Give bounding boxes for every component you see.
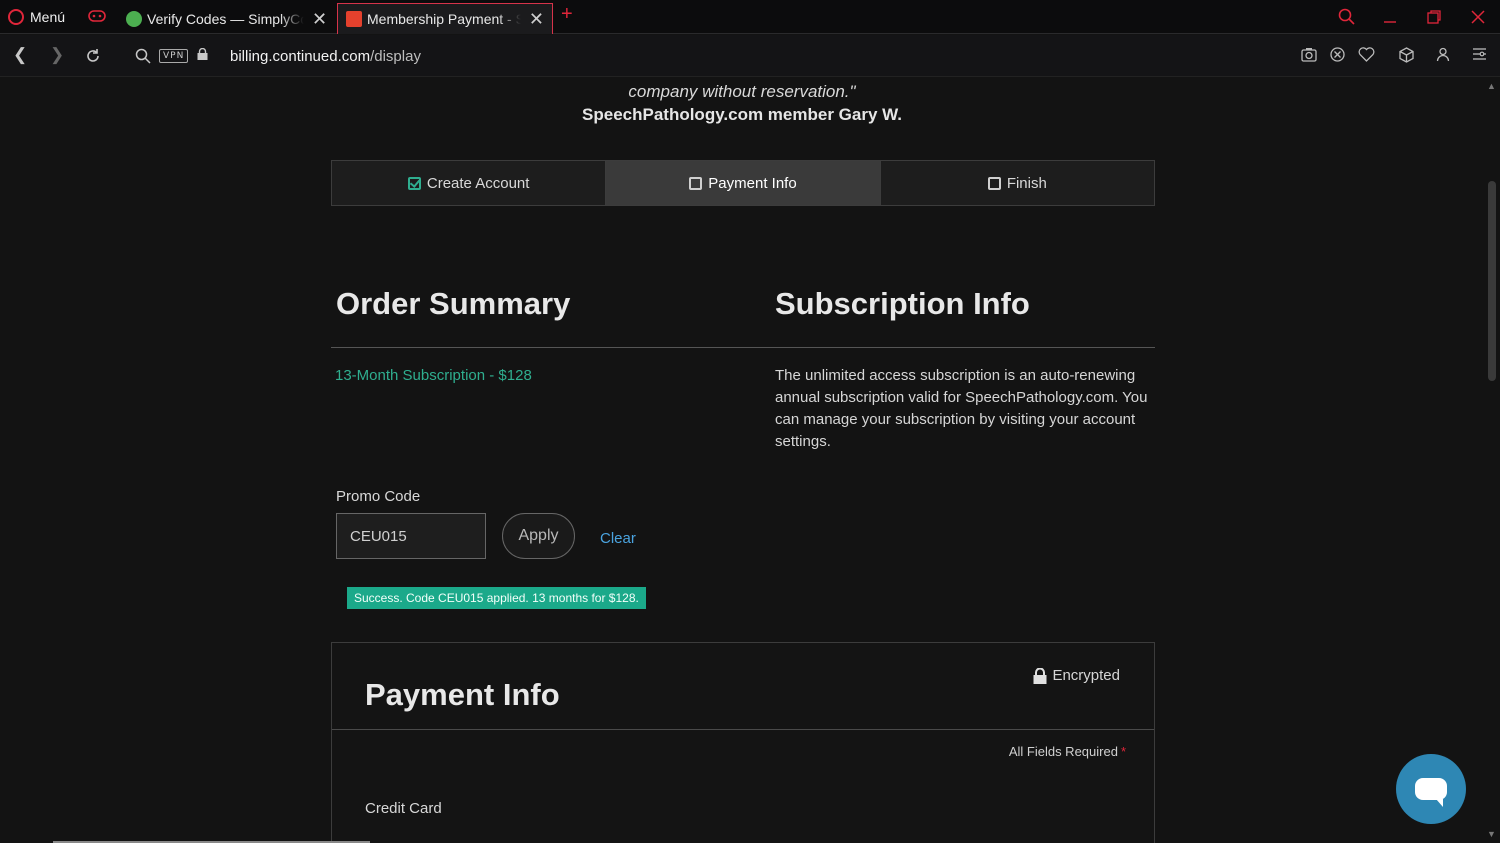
close-tab-icon[interactable]: ✕ (312, 10, 327, 28)
required-fields-note: All Fields Required * (1009, 744, 1126, 759)
order-summary-heading: Order Summary (336, 286, 571, 321)
required-note-text: All Fields Required (1008, 744, 1118, 759)
order-line-item: 13-Month Subscription - $128 (335, 367, 532, 384)
payment-info-heading: Payment Info (365, 677, 560, 712)
back-icon[interactable]: ❮ (13, 45, 27, 65)
tab-verify-codes[interactable]: Verify Codes — SimplyCodes ✕ (118, 3, 336, 34)
forward-icon[interactable]: ❯ (50, 45, 64, 65)
promo-code-label: Promo Code (336, 488, 421, 505)
payment-panel-header: Payment Info Encrypted (332, 643, 1154, 730)
encrypted-label: Encrypted (1052, 667, 1120, 684)
opera-logo-icon (8, 9, 24, 25)
promo-success-message: Success. Code CEU015 applied. 13 months … (347, 587, 646, 609)
opera-menu-button[interactable]: Menú (8, 6, 65, 28)
chat-widget-button[interactable] (1396, 754, 1466, 824)
minimize-icon[interactable] (1383, 10, 1397, 24)
apply-promo-button[interactable]: Apply (502, 513, 575, 559)
cube-icon[interactable] (1399, 47, 1414, 63)
menu-label: Menú (30, 9, 66, 25)
url-path: /display (370, 48, 421, 65)
close-tab-icon[interactable]: ✕ (529, 10, 544, 28)
tab-title: Membership Payment - SpeechPathology.com (367, 11, 521, 27)
checked-box-icon (407, 176, 421, 190)
tab-title: Verify Codes — SimplyCodes (147, 10, 304, 27)
restore-icon[interactable] (1427, 10, 1441, 24)
search-icon[interactable] (135, 48, 151, 64)
testimonial-author: SpeechPathology.com member Gary W. (582, 105, 902, 124)
testimonial-quote: company without reservation." (628, 82, 856, 101)
lock-icon (1033, 667, 1047, 684)
tab-membership-payment[interactable]: Membership Payment - SpeechPathology.com… (337, 3, 553, 34)
simplycodes-favicon-icon (126, 10, 142, 27)
profile-icon[interactable] (1436, 47, 1450, 62)
checkout-steps: Create Account Payment Info Finish (331, 160, 1155, 206)
step-label: Payment Info (708, 174, 797, 192)
scroll-down-icon[interactable]: ▼ (1487, 829, 1496, 839)
browser-tab-bar: Menú Verify Codes — SimplyCodes ✕ Member… (0, 0, 1500, 34)
promo-code-input[interactable] (336, 513, 486, 559)
address-bar: ❮ ❯ VPN billing.continued.com/display (0, 35, 1500, 77)
payment-info-panel: Payment Info Encrypted All Fields Requir… (331, 642, 1155, 843)
new-tab-button[interactable]: + (561, 3, 573, 26)
checkbox-icon (689, 176, 703, 190)
subscription-description: The unlimited access subscription is an … (775, 367, 1148, 450)
encrypted-indicator: Encrypted (1033, 667, 1120, 684)
chat-bubble-icon (1415, 778, 1447, 807)
continued-favicon-icon (346, 11, 362, 27)
gamepad-icon[interactable] (88, 9, 106, 23)
url-domain: billing.continued.com (230, 48, 371, 65)
subscription-info-heading: Subscription Info (775, 286, 1030, 321)
checkbox-icon (987, 176, 1001, 190)
page-content: company without reservation." SpeechPath… (0, 78, 1484, 843)
search-tabs-icon[interactable] (1338, 8, 1356, 26)
section-divider (331, 347, 1155, 348)
adblock-icon[interactable] (1330, 47, 1345, 62)
required-star: * (1120, 744, 1126, 759)
step-finish[interactable]: Finish (880, 161, 1154, 205)
url-field[interactable]: billing.continued.com/display (230, 48, 421, 65)
step-label: Finish (1006, 174, 1047, 192)
scroll-up-icon[interactable]: ▲ (1487, 81, 1496, 91)
step-payment-info[interactable]: Payment Info (606, 161, 881, 205)
padlock-icon[interactable] (197, 48, 208, 60)
credit-card-label: Credit Card (365, 800, 442, 817)
heart-icon[interactable] (1358, 47, 1375, 62)
step-create-account[interactable]: Create Account (332, 161, 607, 205)
close-window-icon[interactable] (1471, 10, 1485, 24)
easy-setup-menu-icon[interactable] (1472, 47, 1487, 61)
reload-icon[interactable] (85, 48, 101, 64)
clear-promo-link[interactable]: Clear (600, 530, 636, 547)
step-label: Create Account (426, 174, 530, 192)
vpn-badge[interactable]: VPN (159, 49, 189, 63)
vertical-scrollbar-thumb[interactable] (1488, 181, 1496, 381)
camera-icon[interactable] (1301, 47, 1317, 62)
